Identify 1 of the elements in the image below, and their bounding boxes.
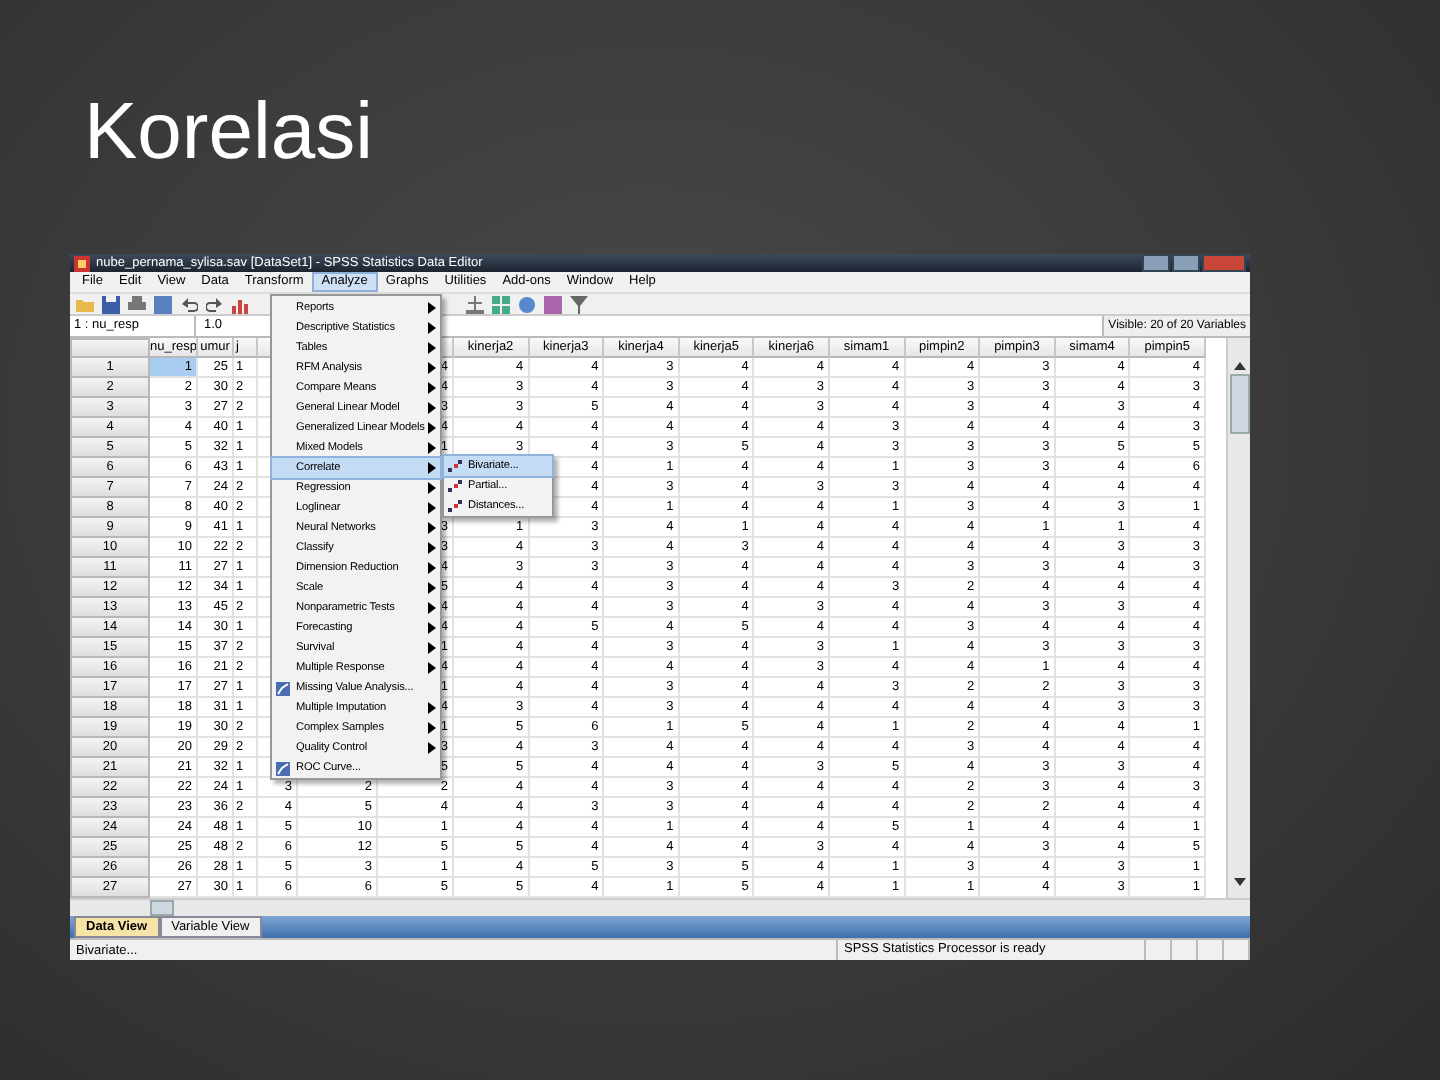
slide-title: Korelasi	[84, 86, 374, 180]
